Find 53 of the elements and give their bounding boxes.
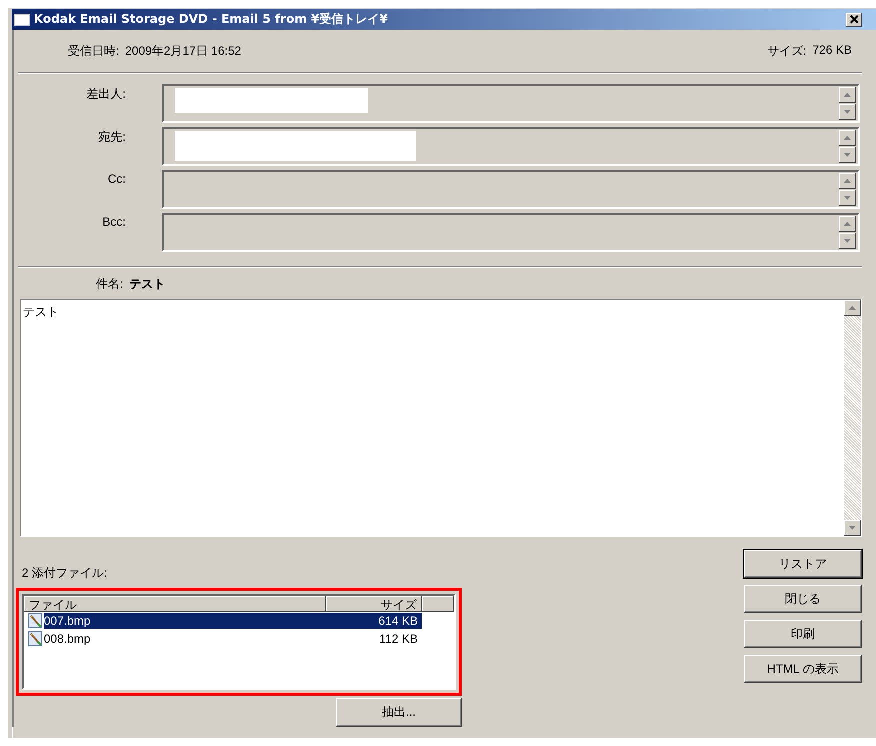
column-header[interactable]: サイズ xyxy=(326,596,422,612)
address-field[interactable] xyxy=(162,84,860,123)
address-field[interactable] xyxy=(162,213,860,252)
field-label: Cc: xyxy=(107,171,126,186)
address-field[interactable] xyxy=(162,127,860,166)
action-button[interactable]: 印刷 xyxy=(744,620,862,648)
down-arrow-icon xyxy=(844,239,851,243)
file-name[interactable]: 008.bmp xyxy=(44,631,328,647)
file-name[interactable]: 007.bmp xyxy=(44,613,328,629)
down-arrow-icon xyxy=(849,526,856,530)
message-body[interactable]: テスト xyxy=(20,299,862,537)
scroll-up-button[interactable] xyxy=(839,173,856,189)
message-text: テスト xyxy=(22,304,60,321)
scroll-up-button[interactable] xyxy=(839,130,856,146)
down-arrow-icon xyxy=(844,110,851,114)
up-arrow-icon xyxy=(844,222,851,226)
received-value: 2009年2月17日 16:52 xyxy=(125,42,242,60)
down-arrow-icon xyxy=(844,153,851,157)
field-label: 宛先: xyxy=(98,129,126,146)
file-size: 112 KB xyxy=(378,632,419,646)
scroll-up-button[interactable] xyxy=(839,87,856,103)
subject-label: 件名: xyxy=(96,276,124,293)
close-button[interactable] xyxy=(846,12,862,26)
size-label: サイズ: xyxy=(767,42,807,60)
size-value: 726 KB xyxy=(812,42,852,58)
received-label: 受信日時: xyxy=(68,42,120,60)
action-button[interactable]: リストア xyxy=(744,550,862,578)
action-button[interactable]: 閉じる xyxy=(744,585,862,613)
scroll-up-button[interactable] xyxy=(839,216,856,232)
up-arrow-icon xyxy=(849,306,856,310)
file-size: 614 KB xyxy=(328,613,422,629)
action-button[interactable]: HTML の表示 xyxy=(744,655,862,683)
scrollbar[interactable] xyxy=(844,300,861,536)
scroll-down-button[interactable] xyxy=(839,104,856,120)
scroll-down-button[interactable] xyxy=(839,190,856,206)
scroll-down-button[interactable] xyxy=(839,233,856,249)
window-icon xyxy=(14,14,30,26)
address-field[interactable] xyxy=(162,170,860,209)
image-file-icon xyxy=(28,631,44,647)
close-icon xyxy=(850,15,858,24)
up-arrow-icon xyxy=(844,179,851,183)
attachments-label: 2 添付ファイル: xyxy=(21,565,108,582)
extract-button[interactable]: 抽出... xyxy=(336,698,462,727)
field-label: Bcc: xyxy=(102,214,126,229)
window-title: Kodak Email Storage DVD - Email 5 from ¥受信トレイ¥ xyxy=(34,11,389,28)
field-label: 差出人: xyxy=(86,86,126,103)
column-header[interactable]: ファイル xyxy=(24,596,326,612)
up-arrow-icon xyxy=(844,136,851,140)
up-arrow-icon xyxy=(844,93,851,97)
image-file-icon xyxy=(28,613,44,629)
subject-value: テスト xyxy=(129,276,166,293)
down-arrow-icon xyxy=(844,196,851,200)
scroll-down-button[interactable] xyxy=(839,147,856,163)
